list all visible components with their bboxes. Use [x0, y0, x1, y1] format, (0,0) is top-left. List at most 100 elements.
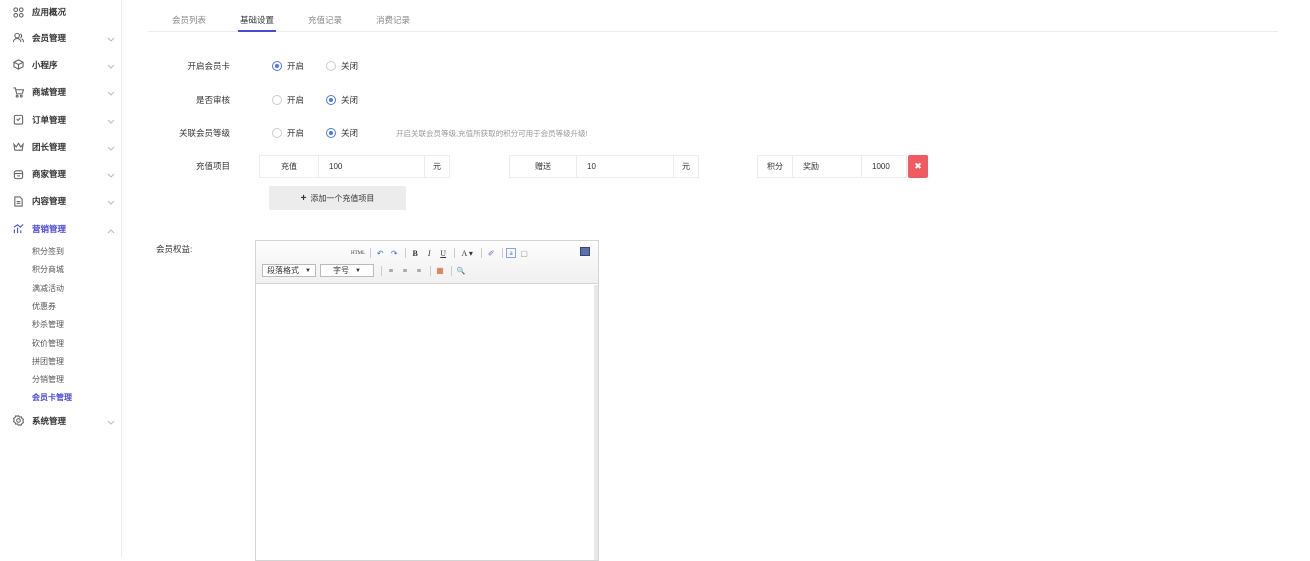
chevron-down-icon: [107, 89, 115, 96]
italic-icon[interactable]: I: [423, 247, 435, 260]
submenu-item-member-card[interactable]: 会员卡管理: [32, 389, 121, 407]
audit-on-radio[interactable]: 开启: [272, 94, 304, 106]
editor-body[interactable]: [256, 285, 598, 560]
chevron-down-icon: [107, 418, 115, 425]
sidebar-item-members[interactable]: 会员管理: [10, 24, 121, 51]
points-value-input[interactable]: 1000: [861, 155, 907, 178]
main-content: 会员列表 基础设置 充值记录 消费记录 开启会员卡 开启 关闭 是否审核 开启 …: [148, 0, 1278, 561]
delete-recharge-button[interactable]: ✖: [908, 155, 928, 178]
sidebar-item-merchants[interactable]: 商家管理: [10, 160, 121, 187]
audit-label: 是否审核: [195, 95, 230, 105]
sidebar: 应用概况 会员管理 小程序 商城管理 订单管理 团长管理 商家管理 内容管理 营…: [10, 0, 122, 558]
html-source-icon[interactable]: HTML: [351, 247, 365, 260]
underline-icon[interactable]: U: [437, 247, 449, 260]
sidebar-item-label: 会员管理: [32, 32, 67, 43]
radio-dot: [272, 61, 282, 71]
settings-icon: [10, 414, 26, 428]
tab-basic-settings[interactable]: 基础设置: [238, 0, 277, 32]
shop-icon: [10, 167, 26, 181]
enable-card-on-radio[interactable]: 开启: [272, 60, 304, 72]
gift-amount-input[interactable]: 10: [576, 155, 674, 178]
eraser-icon[interactable]: ✐: [485, 247, 497, 260]
sidebar-item-system[interactable]: 系统管理: [10, 407, 121, 434]
cube-icon: [10, 58, 26, 72]
sidebar-item-label: 内容管理: [32, 196, 67, 207]
submenu-item-group-buy[interactable]: 拼团管理: [32, 352, 121, 370]
radio-label: 开启: [287, 128, 305, 138]
sidebar-item-label: 营销管理: [32, 223, 67, 234]
order-icon: [10, 113, 26, 127]
recharge-label: 充值项目: [195, 161, 230, 171]
paragraph-format-select[interactable]: 段落格式 ▼: [262, 264, 316, 277]
tab-bar: 会员列表 基础设置 充值记录 消费记录: [148, 0, 1278, 32]
submenu-item-flash-sale[interactable]: 秒杀管理: [32, 316, 121, 334]
page-icon[interactable]: ▢: [518, 247, 530, 260]
sidebar-item-content[interactable]: 内容管理: [10, 188, 121, 215]
link-level-row: 关联会员等级 开启 关闭 开启关联会员等级,充值所获取的积分可用于会员等级升级!: [148, 123, 588, 143]
align-left-icon[interactable]: ≡: [385, 264, 397, 277]
toolbar-separator: [381, 265, 382, 276]
chevron-down-icon: [107, 117, 115, 124]
audit-off-radio[interactable]: 关闭: [326, 94, 358, 106]
image-icon[interactable]: ▦: [434, 264, 446, 277]
sidebar-item-overview[interactable]: 应用概况: [10, 0, 121, 24]
tab-consumption-records[interactable]: 消费记录: [376, 0, 410, 31]
tab-member-list[interactable]: 会员列表: [172, 0, 206, 31]
link-icon[interactable]: a: [506, 248, 517, 258]
redo-icon[interactable]: ↷: [388, 247, 400, 260]
radio-dot: [326, 95, 337, 105]
recharge-amount-input[interactable]: 100: [318, 155, 425, 178]
toolbar-separator: [454, 248, 456, 258]
app-root: 应用概况 会员管理 小程序 商城管理 订单管理 团长管理 商家管理 内容管理 营…: [0, 0, 1310, 561]
sidebar-item-miniprogram[interactable]: 小程序: [10, 51, 121, 78]
radio-dot: [326, 128, 337, 138]
sidebar-item-label: 应用概况: [32, 7, 67, 17]
submenu-item-bargain[interactable]: 砍价管理: [32, 334, 121, 352]
enable-card-label: 开启会员卡: [187, 61, 230, 71]
chevron-down-icon: [107, 62, 115, 69]
submenu-item-points-mall[interactable]: 积分商城: [32, 261, 121, 279]
radio-dot: [272, 95, 282, 105]
link-level-on-radio[interactable]: 开启: [272, 127, 304, 139]
add-recharge-button[interactable]: + 添加一个充值项目: [269, 186, 406, 210]
radio-label: 关闭: [341, 95, 359, 105]
submenu-item-checkin[interactable]: 积分签到: [32, 242, 121, 260]
sidebar-item-marketing[interactable]: 营销管理: [10, 215, 121, 242]
fullscreen-icon[interactable]: [580, 247, 590, 256]
font-size-select[interactable]: 字号 ▼: [320, 264, 374, 277]
undo-icon[interactable]: ↶: [374, 247, 386, 260]
gift-unit: 元: [673, 155, 699, 178]
editor-scrollbar[interactable]: [594, 285, 598, 560]
radio-dot: [272, 128, 282, 138]
radio-label: 开启: [287, 61, 305, 71]
sidebar-item-mall[interactable]: 商城管理: [10, 79, 121, 106]
marketing-submenu: 积分签到 积分商城 满减活动 优惠券 秒杀管理 砍价管理 拼团管理 分销管理 会…: [10, 242, 121, 407]
grid-icon: [10, 5, 26, 19]
rich-text-editor: HTML ↶ ↷ B I U A ▾ ✐ a ▢ 段落格式 ▼ 字号 ▼ ≡ ≡…: [255, 240, 599, 561]
points-label: 积分: [757, 155, 793, 178]
font-color-icon[interactable]: A ▾: [458, 247, 476, 260]
plus-icon: +: [300, 192, 307, 204]
submenu-item-distribution[interactable]: 分销管理: [32, 370, 121, 388]
chevron-down-icon: [107, 198, 115, 206]
gift-amount-label: 赠送: [509, 155, 577, 178]
enable-card-off-radio[interactable]: 关闭: [326, 60, 358, 72]
align-right-icon[interactable]: ≡: [413, 264, 425, 277]
sidebar-item-orders[interactable]: 订单管理: [10, 106, 121, 133]
align-center-icon[interactable]: ≡: [399, 264, 411, 277]
search-icon[interactable]: 🔍: [455, 264, 467, 277]
link-level-off-radio[interactable]: 关闭: [326, 127, 358, 139]
submenu-item-coupons[interactable]: 优惠券: [32, 297, 121, 315]
points-reward-label: 奖励: [792, 155, 862, 178]
toolbar-separator: [370, 248, 372, 258]
toolbar-separator: [430, 265, 431, 276]
bold-icon[interactable]: B: [409, 247, 421, 260]
sidebar-item-leaders[interactable]: 团长管理: [10, 133, 121, 160]
submenu-item-full-reduction[interactable]: 满减活动: [32, 279, 121, 297]
tab-recharge-records[interactable]: 充值记录: [308, 0, 342, 31]
toolbar-separator: [481, 248, 483, 258]
link-level-hint: 开启关联会员等级,充值所获取的积分可用于会员等级升级!: [396, 128, 588, 138]
radio-label: 开启: [287, 95, 305, 105]
close-icon: ✖: [914, 161, 922, 171]
recharge-amount-label: 充值: [259, 155, 319, 178]
